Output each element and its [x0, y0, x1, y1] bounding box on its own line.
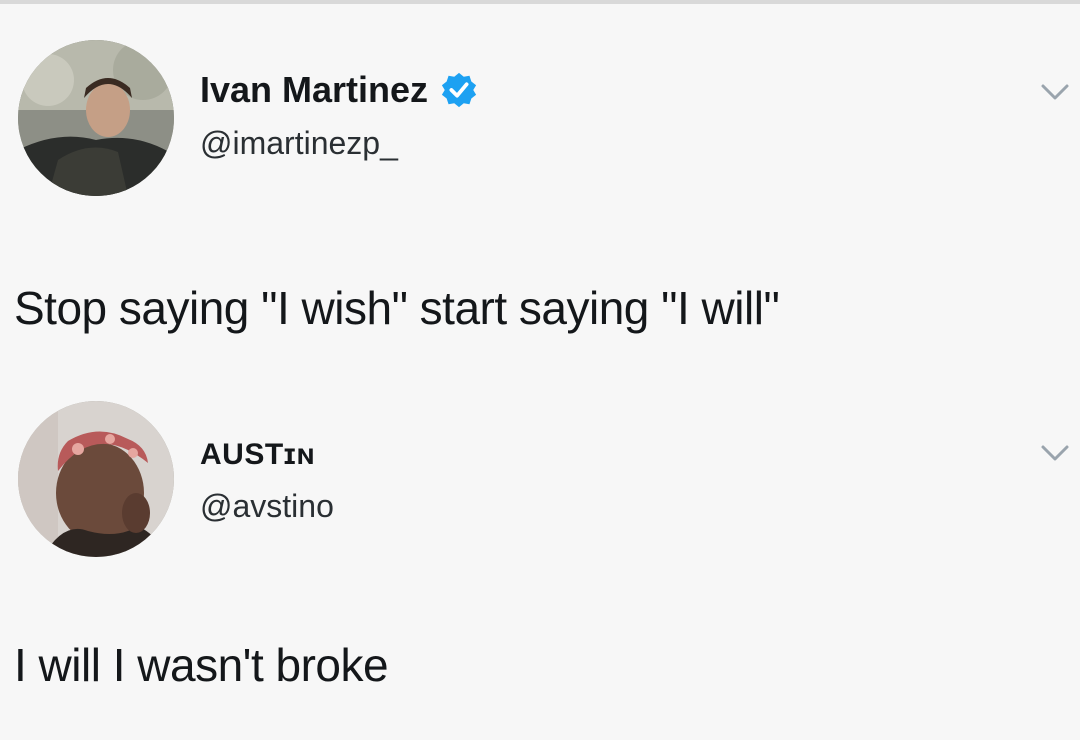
tweet-reply: AUSTɪɴ @avstino I will I wasn't broke: [0, 345, 1080, 740]
tweet-original: Ivan Martinez @imartinezp_ Stop saying "…: [0, 0, 1080, 345]
display-name-text: AUSTɪɴ: [200, 438, 316, 471]
tweet-text: Stop saying "I wish" start saying "I wil…: [14, 282, 780, 334]
tweet-text: I will I wasn't broke: [14, 639, 389, 691]
avatar[interactable]: [18, 40, 174, 196]
avatar-photo: [18, 40, 174, 196]
chevron-down-icon[interactable]: [1040, 443, 1070, 463]
verified-badge-icon: [441, 72, 477, 108]
handle[interactable]: @avstino: [200, 487, 334, 525]
chevron-down-icon[interactable]: [1040, 82, 1070, 102]
display-name[interactable]: AUSTɪɴ: [200, 435, 315, 475]
display-name[interactable]: Ivan Martinez: [200, 70, 478, 110]
handle[interactable]: @imartinezp_: [200, 124, 398, 162]
avatar[interactable]: [18, 401, 174, 557]
avatar-photo: [18, 401, 174, 557]
display-name-text: Ivan Martinez: [200, 69, 429, 110]
